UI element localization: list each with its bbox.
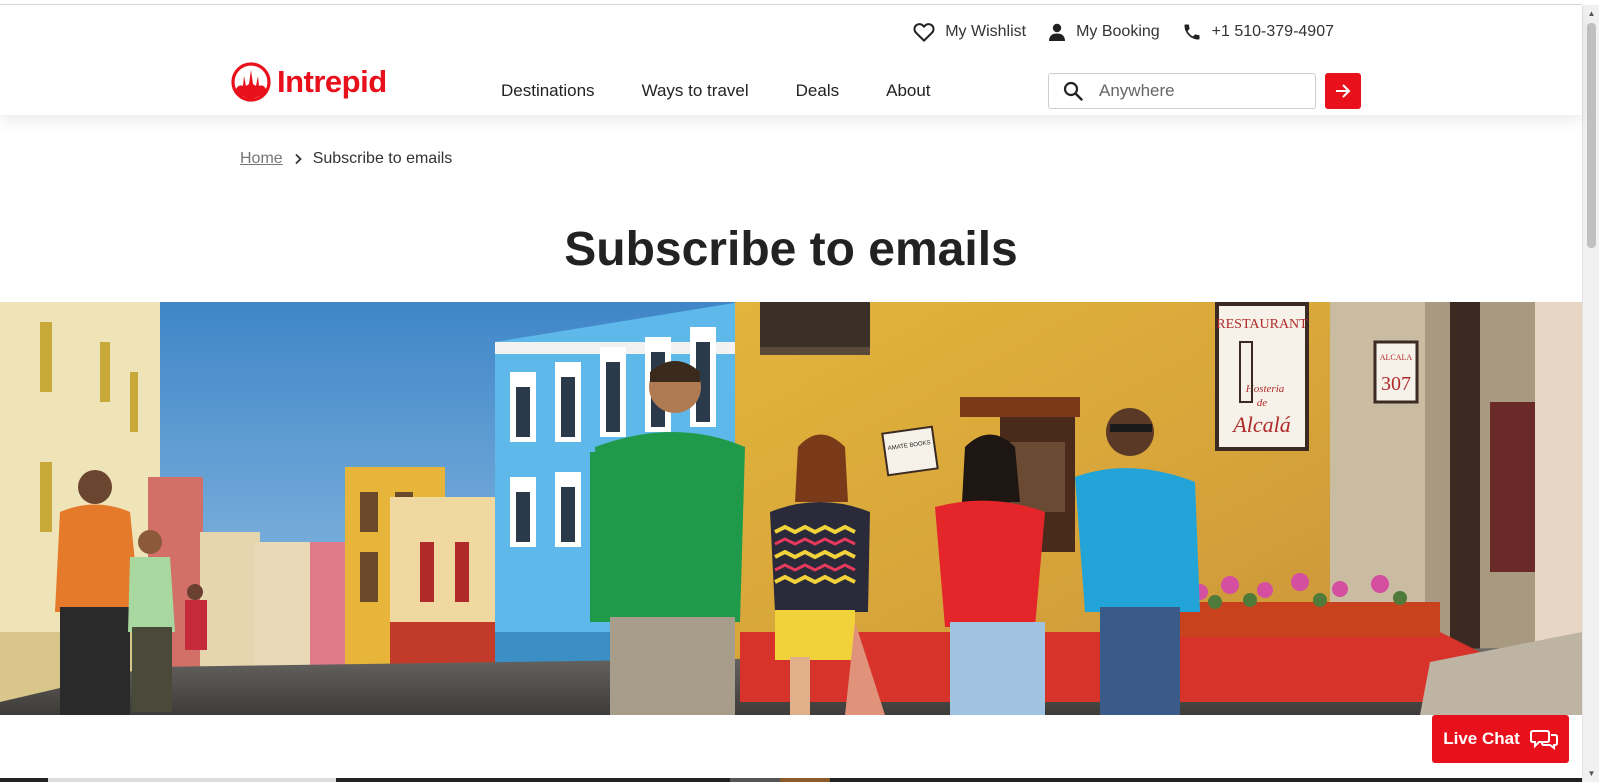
sign-restaurant: RESTAURANT bbox=[1216, 317, 1308, 332]
logo-globe-icon bbox=[231, 62, 271, 102]
breadcrumb: Home Subscribe to emails bbox=[240, 150, 452, 168]
sign-alcala: Alcalá bbox=[1231, 412, 1290, 437]
breadcrumb-home[interactable]: Home bbox=[240, 150, 283, 168]
chat-bubbles-icon bbox=[1529, 730, 1558, 750]
sign-number: 307 bbox=[1381, 373, 1411, 395]
scroll-up-arrow[interactable]: ▲ bbox=[1583, 5, 1599, 22]
live-chat-label: Live Chat bbox=[1443, 729, 1520, 748]
utility-bar: My Wishlist My Booking +1 510-379-4907 bbox=[913, 22, 1334, 42]
phone-link[interactable]: +1 510-379-4907 bbox=[1182, 22, 1334, 42]
nav-ways-to-travel[interactable]: Ways to travel bbox=[642, 81, 749, 101]
wishlist-link[interactable]: My Wishlist bbox=[913, 22, 1026, 42]
intrepid-logo[interactable]: Intrepid bbox=[231, 62, 387, 102]
sign-de: de bbox=[1257, 397, 1268, 409]
hero-image: RESTAURANT Hosteria de Alcalá ALCALA 307… bbox=[0, 302, 1582, 715]
nav-about[interactable]: About bbox=[886, 81, 930, 101]
site-header: My Wishlist My Booking +1 510-379-4907 I… bbox=[0, 5, 1582, 115]
main-nav: Destinations Ways to travel Deals About bbox=[501, 81, 931, 101]
search-input[interactable] bbox=[1097, 80, 1287, 102]
nav-destinations[interactable]: Destinations bbox=[501, 81, 595, 101]
vertical-scrollbar[interactable]: ▲ ▼ bbox=[1582, 5, 1599, 782]
breadcrumb-current: Subscribe to emails bbox=[312, 150, 453, 167]
logo-text: Intrepid bbox=[277, 64, 387, 99]
booking-link[interactable]: My Booking bbox=[1048, 23, 1160, 41]
chevron-right-icon bbox=[295, 153, 302, 165]
search-icon bbox=[1063, 81, 1083, 101]
nav-deals[interactable]: Deals bbox=[796, 81, 839, 101]
heart-icon bbox=[913, 23, 935, 42]
user-icon bbox=[1049, 23, 1066, 41]
sign-hosteria: Hosteria bbox=[1245, 383, 1285, 395]
phone-icon bbox=[1184, 24, 1200, 40]
search-submit-button[interactable] bbox=[1325, 73, 1361, 109]
next-section-strip bbox=[0, 778, 1582, 782]
phone-number: +1 510-379-4907 bbox=[1211, 23, 1334, 40]
search-box bbox=[1048, 73, 1316, 109]
sign-street: ALCALA bbox=[1380, 353, 1413, 362]
scroll-down-arrow[interactable]: ▼ bbox=[1583, 765, 1599, 782]
live-chat-button[interactable]: Live Chat bbox=[1432, 715, 1569, 763]
scroll-thumb[interactable] bbox=[1587, 23, 1596, 248]
page: My Wishlist My Booking +1 510-379-4907 I… bbox=[0, 0, 1599, 782]
arrow-right-icon bbox=[1336, 84, 1351, 98]
booking-label: My Booking bbox=[1076, 23, 1160, 40]
wishlist-label: My Wishlist bbox=[945, 23, 1027, 40]
page-title: Subscribe to emails bbox=[564, 223, 1018, 276]
